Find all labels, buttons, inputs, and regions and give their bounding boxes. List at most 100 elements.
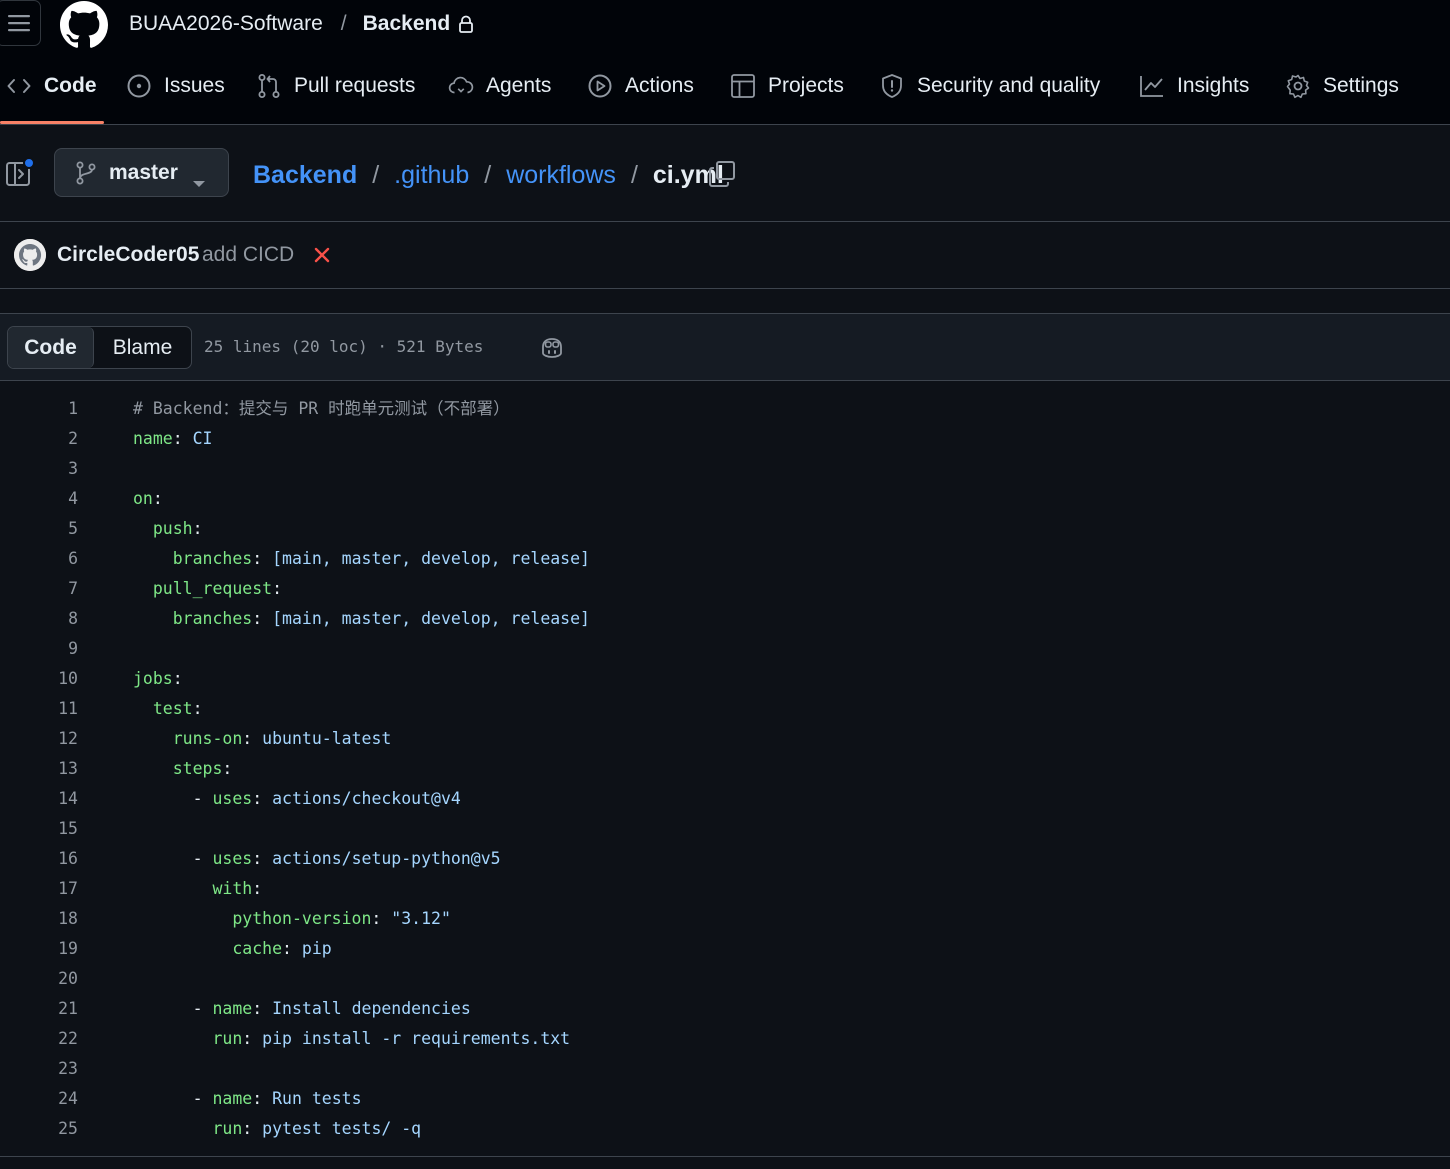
lock-icon [458, 15, 474, 33]
line-number[interactable]: 20 [0, 964, 78, 994]
line-content: run: pip install -r requirements.txt [212, 1029, 571, 1048]
line-number[interactable]: 18 [0, 904, 78, 934]
line-number[interactable]: 19 [0, 934, 78, 964]
tab-actions[interactable]: Actions [587, 48, 694, 124]
line-number[interactable]: 4 [0, 484, 78, 514]
tab-agents-label: Agents [486, 74, 552, 97]
line-content: branches: [main, master, develop, releas… [172, 609, 590, 628]
line-content: on: [133, 489, 163, 508]
line-number[interactable]: 17 [0, 874, 78, 904]
file-toolbar: master Backend / .github / workflows / c… [0, 125, 1450, 222]
commit-message-link[interactable]: add CICD [202, 243, 294, 267]
tab-actions-label: Actions [625, 74, 694, 97]
code-line: 10 jobs: [0, 664, 1450, 694]
chevron-down-icon [192, 170, 206, 194]
code-line: 3 [0, 454, 1450, 484]
github-logo-icon[interactable] [60, 1, 108, 49]
line-number[interactable]: 22 [0, 1024, 78, 1054]
line-number[interactable]: 13 [0, 754, 78, 784]
line-number[interactable]: 8 [0, 604, 78, 634]
tab-issues-label: Issues [164, 74, 225, 97]
code-view-button[interactable]: Code [8, 327, 94, 368]
code-line: 16 - uses: actions/setup-python@v5 [0, 844, 1450, 874]
code-line: 20 [0, 964, 1450, 994]
code-line: 18 python-version: "3.12" [0, 904, 1450, 934]
code-line: 15 [0, 814, 1450, 844]
latest-commit-bar: CircleCoder05 add CICD [0, 222, 1450, 289]
play-icon [587, 73, 613, 99]
line-number[interactable]: 5 [0, 514, 78, 544]
tab-projects[interactable]: Projects [730, 48, 844, 124]
view-mode-segmented-control: Code Blame [7, 326, 192, 369]
path-github-link[interactable]: .github [394, 160, 469, 190]
repo-nav-tabs: Code Issues Pull requests Agents Actions… [0, 48, 1450, 125]
tab-pull-requests[interactable]: Pull requests [256, 48, 415, 124]
line-content: steps: [172, 759, 233, 778]
ci-failure-icon[interactable] [312, 245, 332, 265]
git-branch-icon [75, 161, 97, 185]
tab-issues[interactable]: Issues [126, 48, 225, 124]
line-content: jobs: [133, 669, 183, 688]
copy-path-button[interactable] [708, 160, 736, 188]
tab-settings-label: Settings [1323, 74, 1399, 97]
branch-select-button[interactable]: master [54, 148, 229, 197]
graph-icon [1139, 73, 1165, 99]
code-line: 22 run: pip install -r requirements.txt [0, 1024, 1450, 1054]
line-number[interactable]: 11 [0, 694, 78, 724]
line-number[interactable]: 9 [0, 634, 78, 664]
file-path-breadcrumb: Backend / .github / workflows / ci.yml [253, 160, 724, 190]
copilot-icon[interactable] [539, 335, 565, 361]
tab-insights-label: Insights [1177, 74, 1250, 97]
line-number[interactable]: 2 [0, 424, 78, 454]
repo-name-link[interactable]: Backend [363, 11, 451, 37]
line-number[interactable]: 14 [0, 784, 78, 814]
tab-security[interactable]: Security and quality [879, 48, 1100, 124]
breadcrumb-separator: / [340, 12, 347, 35]
code-line: 7 pull_request: [0, 574, 1450, 604]
line-number[interactable]: 21 [0, 994, 78, 1024]
tab-code[interactable]: Code [6, 48, 97, 124]
line-content: with: [212, 879, 263, 898]
line-number[interactable]: 15 [0, 814, 78, 844]
hamburger-menu-button[interactable] [0, 0, 41, 46]
line-number[interactable]: 7 [0, 574, 78, 604]
tab-settings[interactable]: Settings [1285, 48, 1399, 124]
line-content: cache: pip [232, 939, 332, 958]
commit-author-link[interactable]: CircleCoder05 [57, 243, 199, 267]
gear-icon [1285, 73, 1311, 99]
code-view[interactable]: 1 # Backend：提交与 PR 时跑单元测试（不部署） 2 name: CI 3 4… [0, 394, 1450, 1144]
line-number[interactable]: 1 [0, 394, 78, 424]
line-content: - uses: actions/checkout@v4 [192, 789, 461, 808]
code-line: 4 on: [0, 484, 1450, 514]
line-number[interactable]: 10 [0, 664, 78, 694]
line-number[interactable]: 25 [0, 1114, 78, 1144]
line-number[interactable]: 23 [0, 1054, 78, 1084]
global-header: BUAA2026-Software / Backend [0, 0, 1450, 48]
line-number[interactable]: 12 [0, 724, 78, 754]
line-number[interactable]: 16 [0, 844, 78, 874]
repo-owner-link[interactable]: BUAA2026-Software [129, 11, 323, 37]
path-repo-link[interactable]: Backend [253, 160, 357, 190]
tab-insights[interactable]: Insights [1139, 48, 1249, 124]
line-number[interactable]: 6 [0, 544, 78, 574]
line-number[interactable]: 3 [0, 454, 78, 484]
code-line: 24 - name: Run tests [0, 1084, 1450, 1114]
path-workflows-link[interactable]: workflows [506, 160, 616, 190]
path-separator: / [630, 161, 638, 189]
code-line: 14 - uses: actions/checkout@v4 [0, 784, 1450, 814]
code-line: 13 steps: [0, 754, 1450, 784]
line-content: python-version: "3.12" [232, 909, 451, 928]
line-content: - name: Run tests [192, 1089, 362, 1108]
code-line: 25 run: pytest tests/ -q [0, 1114, 1450, 1144]
code-line: 17 with: [0, 874, 1450, 904]
line-content: # Backend：提交与 PR 时跑单元测试（不部署） [133, 399, 510, 418]
copy-icon [709, 161, 735, 187]
tab-agents[interactable]: Agents [448, 48, 551, 124]
avatar[interactable] [14, 239, 46, 271]
blame-view-button[interactable]: Blame [94, 327, 191, 368]
path-separator: / [372, 161, 380, 189]
path-separator: / [484, 161, 492, 189]
code-icon [6, 73, 32, 99]
agent-icon [448, 73, 474, 99]
line-number[interactable]: 24 [0, 1084, 78, 1114]
